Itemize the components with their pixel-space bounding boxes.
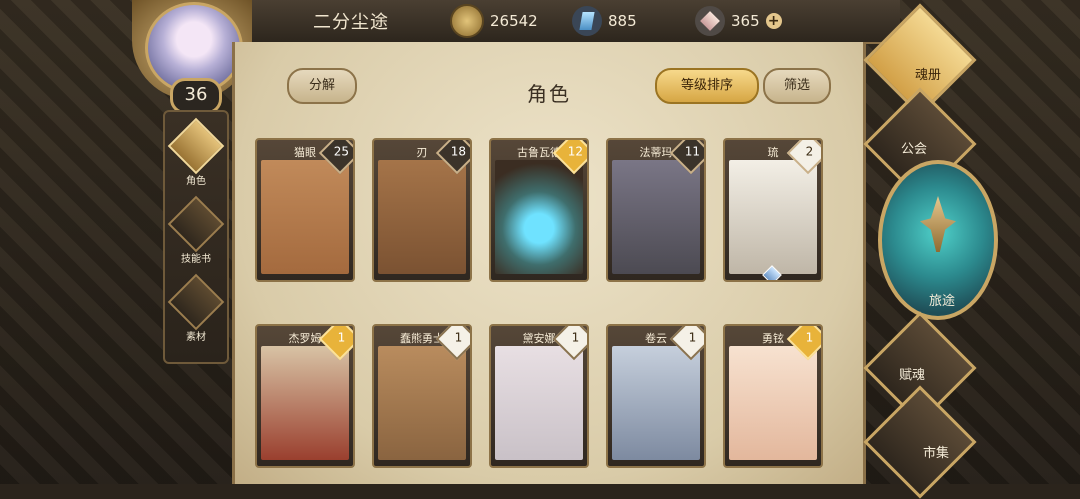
hero-card[interactable]: 勇铉 1 [723, 324, 823, 468]
hero-portrait [378, 160, 466, 274]
hero-portrait [261, 346, 349, 460]
category-skill-books[interactable]: 技能书 [165, 195, 227, 265]
market-label: 市集 [922, 446, 949, 461]
material-icon [167, 273, 225, 331]
player-level-badge: 36 [170, 78, 222, 114]
sort-by-level-button[interactable]: 等级排序 [655, 68, 759, 104]
crystal-value: 365 [731, 12, 760, 30]
hero-portrait [612, 346, 700, 460]
resource-bar: 二分尘途 26542 885 365 + [205, 0, 900, 44]
hero-card[interactable]: 古鲁瓦德 12 [489, 138, 589, 282]
journey-label: 旅途 [928, 294, 955, 309]
crystal-icon [695, 6, 725, 36]
gem-value: 885 [608, 12, 637, 30]
hero-portrait [729, 346, 817, 460]
hero-card[interactable]: 刃 18 [372, 138, 472, 282]
hero-portrait [495, 160, 583, 274]
coin-icon [450, 4, 484, 38]
blue-gem-icon [572, 6, 602, 36]
add-crystal-button[interactable]: + [765, 13, 782, 29]
hero-card[interactable]: 猫眼 25 [255, 138, 355, 282]
hero-card[interactable]: 卷云 1 [606, 324, 706, 468]
hero-portrait [378, 346, 466, 460]
hero-card[interactable]: 法蒂玛 11 [606, 138, 706, 282]
hero-card[interactable]: 杰罗姆 1 [255, 324, 355, 468]
player-name: 二分尘途 [313, 12, 389, 33]
category-heroes[interactable]: 角色 [165, 117, 227, 187]
hero-portrait [495, 346, 583, 460]
soul-book-label: 魂册 [914, 68, 941, 83]
guild-label: 公会 [900, 142, 927, 157]
category-materials[interactable]: 素材 [165, 273, 227, 343]
hero-card[interactable]: 蠢熊勇士 1 [372, 324, 472, 468]
gem-counter: 885 [572, 4, 637, 38]
hero-list-panel: 角色 分解 等级排序 筛选 猫眼 25 刃 18 古鲁瓦德 12 法蒂玛 11 … [232, 42, 866, 484]
decompose-button[interactable]: 分解 [287, 68, 357, 104]
skill-book-icon [167, 195, 225, 253]
hero-portrait [261, 160, 349, 274]
filter-button[interactable]: 筛选 [763, 68, 831, 104]
category-menu: 角色 技能书 素材 [163, 110, 229, 364]
hero-portrait [612, 160, 700, 274]
coin-value: 26542 [490, 12, 538, 30]
hero-card[interactable]: 黛安娜 1 [489, 324, 589, 468]
talent-label: 赋魂 [898, 368, 925, 383]
hero-card[interactable]: 琉 2 [723, 138, 823, 282]
coin-counter: 26542 [450, 4, 538, 38]
hero-portrait [729, 160, 817, 274]
crystal-counter[interactable]: 365 + [695, 4, 782, 38]
hero-category-icon [167, 117, 225, 175]
